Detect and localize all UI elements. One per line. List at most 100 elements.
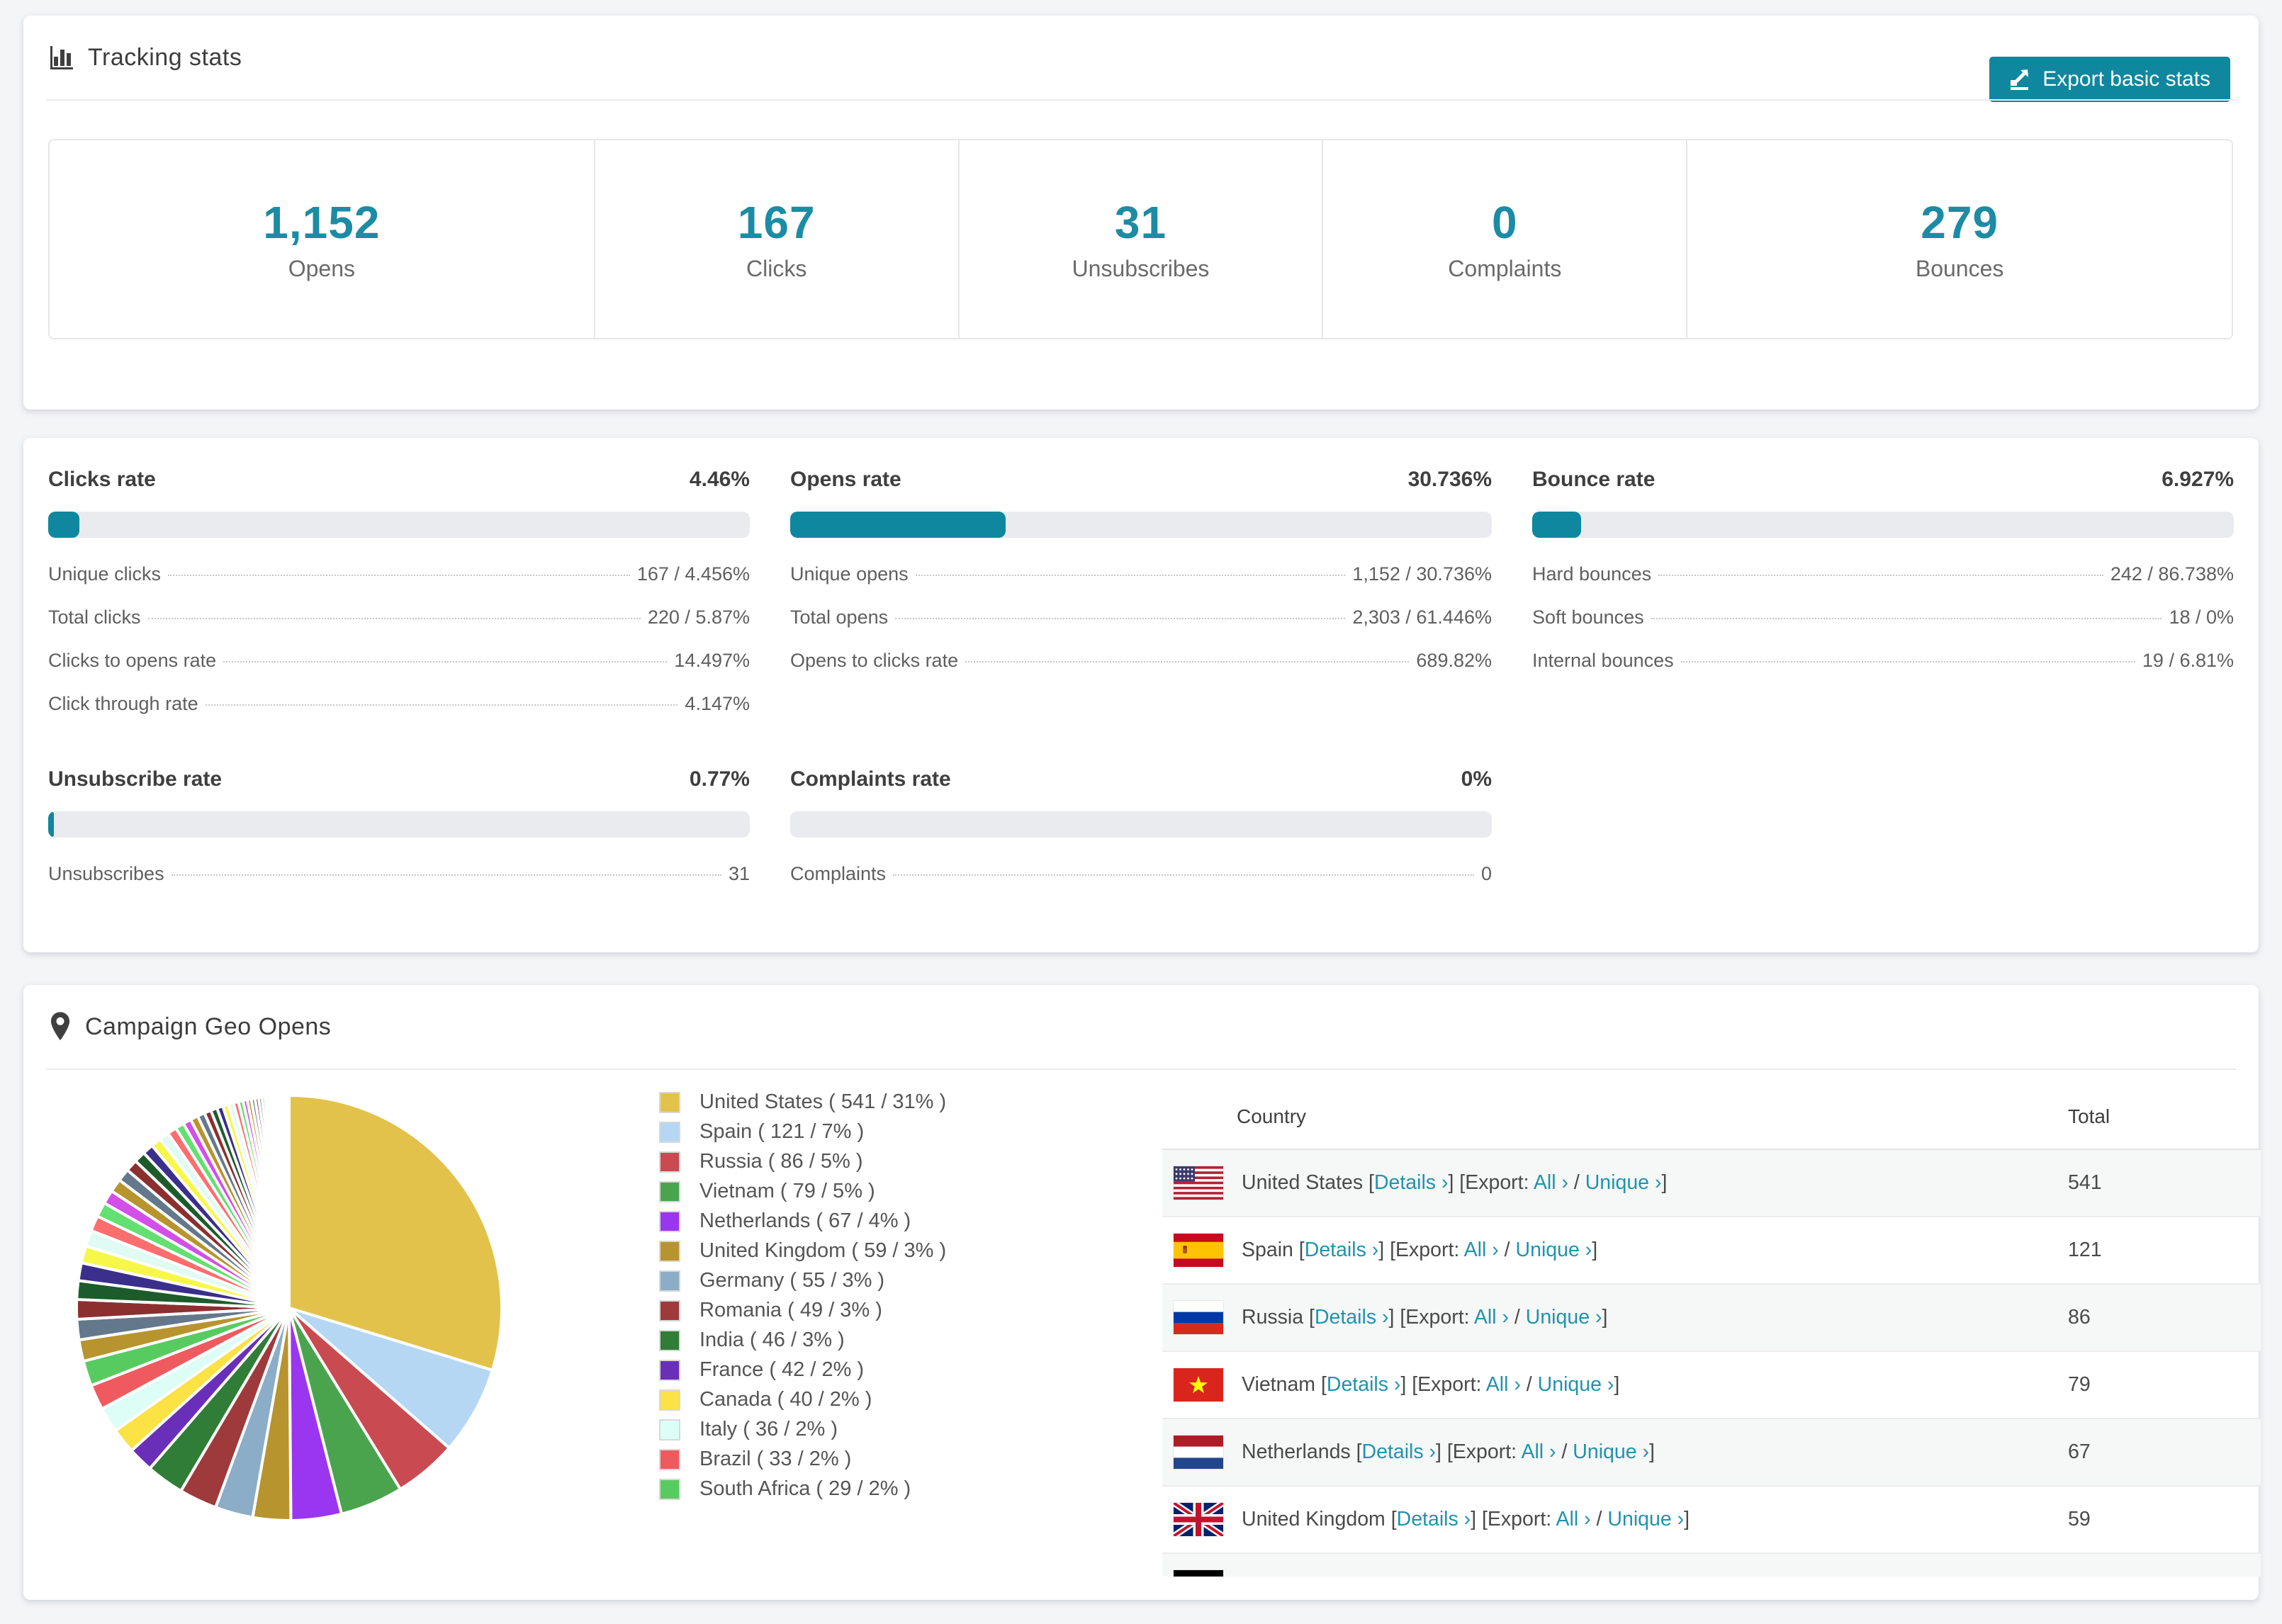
country-name: Russia [ (1242, 1306, 1315, 1329)
total-cell: 79 (2068, 1373, 2091, 1396)
stat-boxes: 1,152 Opens 167 Clicks 31 Unsubscribes 0 Compla… (48, 139, 2233, 339)
export-all-link[interactable]: All › (1495, 1575, 1530, 1577)
slash-text: / (1590, 1508, 1608, 1530)
slash-text: / (1530, 1575, 1547, 1577)
legend-item: United Kingdom ( 59 / 3% ) (659, 1239, 946, 1262)
dotted-leader (171, 874, 721, 876)
progress-bar (1532, 512, 2234, 538)
export-all-link[interactable]: All › (1486, 1373, 1521, 1396)
rate-lines: Hard bounces 242 / 86.738% Soft bounces 18 … (1532, 563, 2234, 672)
dotted-leader (1658, 575, 2103, 576)
progress-bar (48, 811, 750, 838)
stat-line: Complaints 0 (790, 863, 1492, 885)
header-divider (46, 99, 2236, 101)
legend-swatch (659, 1180, 680, 1202)
stat-label: Unsubscribes (1072, 256, 1210, 281)
export-unique-link[interactable]: Unique › (1585, 1171, 1662, 1194)
stat-line-label: Opens to clicks rate (790, 650, 959, 671)
export-unique-link[interactable]: Unique › (1573, 1440, 1649, 1463)
table-row-ru: Russia [Details ›] [Export: All › / Uniq… (1162, 1285, 2261, 1352)
export-unique-link[interactable]: Unique › (1526, 1306, 1602, 1329)
country-cell: United States [Details ›] [Export: All ›… (1242, 1171, 2068, 1195)
progress-bar (790, 811, 1492, 838)
stat-label: Bounces (1915, 256, 2004, 281)
legend-item: Russia ( 86 / 5% ) (659, 1150, 946, 1173)
legend-swatch (659, 1091, 680, 1113)
legend-swatch (659, 1419, 680, 1440)
rate-head: Bounce rate 6.927% (1532, 468, 2234, 492)
legend-label: Italy ( 36 / 2% ) (699, 1418, 838, 1440)
country-name: Germany [ (1242, 1575, 1336, 1577)
export-all-link[interactable]: All › (1521, 1440, 1556, 1463)
dotted-leader (915, 575, 1346, 576)
dotted-leader (168, 575, 630, 576)
campaign-geo-opens-card: Campaign Geo Opens United States ( 541 /… (23, 985, 2261, 1600)
stat-line-value: 19 / 6.81% (2142, 650, 2234, 671)
flag-united-kingdom (1162, 1503, 1242, 1536)
total-cell: 55 (2068, 1575, 2261, 1577)
export-all-link[interactable]: All › (1464, 1239, 1499, 1261)
export-all-link[interactable]: All › (1474, 1306, 1509, 1329)
details-link[interactable]: Details › (1397, 1508, 1471, 1530)
page-title: Tracking stats (88, 43, 242, 71)
stat-line-value: 4.147% (685, 693, 750, 714)
country-name: Netherlands [ (1242, 1440, 1362, 1463)
country-name: Spain [ (1242, 1239, 1305, 1261)
stat-line-label: Clicks to opens rate (48, 650, 217, 671)
stat-line-value: 31 (728, 863, 750, 884)
stat-line: Total clicks 220 / 5.87% (48, 607, 750, 628)
export-all-link[interactable]: All › (1534, 1171, 1568, 1194)
legend-item: Vietnam ( 79 / 5% ) (659, 1180, 946, 1202)
export-unique-link[interactable]: Unique › (1547, 1575, 1624, 1577)
rate-blocks: Clicks rate 4.46% Unique clicks 167 / 4.456… (48, 468, 2234, 885)
bracket-text: ] [Export: (1471, 1508, 1556, 1530)
flag-spain (1162, 1234, 1242, 1267)
legend-label: Germany ( 55 / 3% ) (699, 1269, 885, 1292)
stat-line-value: 1,152 / 30.736% (1352, 563, 1492, 585)
dotted-leader (205, 704, 678, 706)
details-link[interactable]: Details › (1305, 1239, 1379, 1261)
total-cell: 121 (2068, 1239, 2102, 1261)
stat-line-label: Total clicks (48, 607, 141, 628)
details-link[interactable]: Details › (1374, 1171, 1449, 1194)
details-link[interactable]: Details › (1336, 1575, 1410, 1577)
export-unique-link[interactable]: Unique › (1607, 1508, 1684, 1530)
stat-line: Unique opens 1,152 / 30.736% (790, 563, 1492, 585)
stat-line: Hard bounces 242 / 86.738% (1532, 563, 2234, 585)
rate-head: Opens rate 30.736% (790, 468, 1492, 492)
country-cell: Spain [Details ›] [Export: All › / Uniqu… (1242, 1239, 2068, 1262)
flag-vietnam (1162, 1368, 1242, 1402)
legend-item: Romania ( 49 / 3% ) (659, 1299, 946, 1321)
legend-label: Russia ( 86 / 5% ) (699, 1150, 863, 1173)
legend-label: India ( 46 / 3% ) (699, 1329, 845, 1351)
geo-title: Campaign Geo Opens (85, 1013, 332, 1040)
legend-item: Netherlands ( 67 / 4% ) (659, 1209, 946, 1232)
details-link[interactable]: Details › (1327, 1373, 1401, 1396)
table-row-gb: United Kingdom [Details ›] [Export: All … (1162, 1487, 2261, 1554)
stat-line-value: 0 (1480, 863, 1492, 884)
page: { "accent_color": "#0f879e", "number_col… (0, 0, 2282, 1624)
stat-line-label: Unique clicks (48, 563, 162, 585)
export-unique-link[interactable]: Unique › (1516, 1239, 1592, 1261)
rate-lines: Unique clicks 167 / 4.456% Total clicks 220… (48, 563, 750, 715)
export-basic-stats-button[interactable]: Export basic stats (1989, 57, 2230, 102)
flag-united-states (1162, 1166, 1242, 1200)
stat-value: 0 (1492, 197, 1518, 248)
rate-value: 0.77% (689, 767, 750, 791)
stat-line: Opens to clicks rate 689.82% (790, 650, 1492, 672)
export-all-link[interactable]: All › (1556, 1508, 1591, 1530)
details-link[interactable]: Details › (1362, 1440, 1437, 1463)
stat-value: 279 (1921, 197, 1999, 248)
legend-item: Canada ( 40 / 2% ) (659, 1388, 946, 1411)
geo-opens-table: Country Total United States [Details ›] … (1162, 1084, 2261, 1577)
country-cell: Russia [Details ›] [Export: All › / Uniq… (1242, 1306, 2068, 1329)
bracket-text: ] [Export: (1378, 1239, 1464, 1261)
stat-line-value: 2,303 / 61.446% (1352, 607, 1492, 628)
legend-label: France ( 42 / 2% ) (699, 1358, 865, 1381)
dotted-leader (1680, 661, 2135, 662)
stat-line-value: 14.497% (674, 650, 750, 671)
details-link[interactable]: Details › (1315, 1306, 1389, 1329)
legend-swatch (659, 1299, 680, 1321)
legend-swatch (659, 1389, 680, 1411)
export-unique-link[interactable]: Unique › (1538, 1373, 1614, 1396)
